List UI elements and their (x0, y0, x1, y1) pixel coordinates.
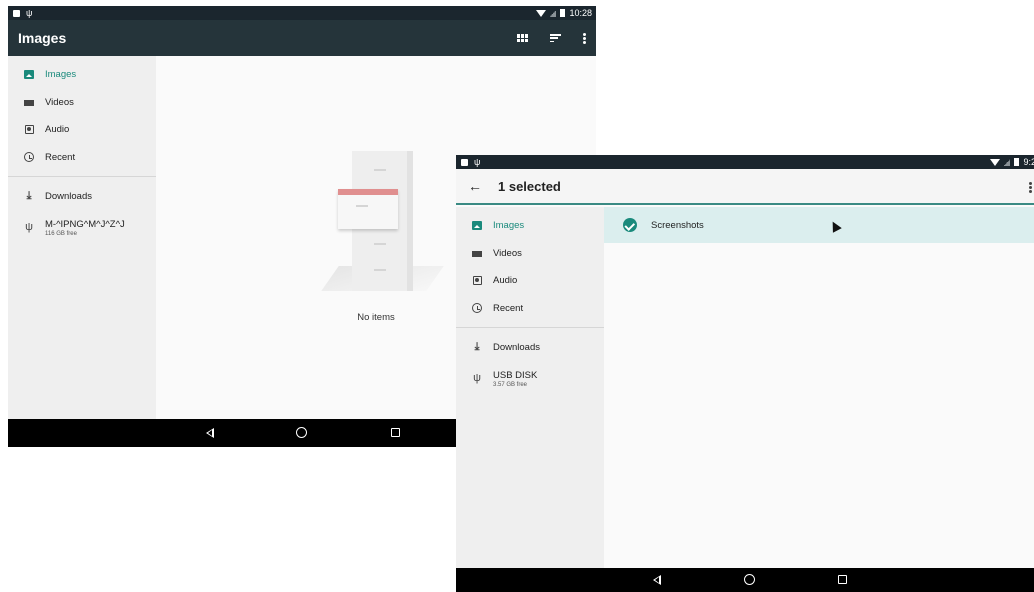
status-bar: ψ 10:28 (8, 6, 596, 20)
signal-icon (550, 9, 557, 17)
usb-notification-icon: ψ (26, 7, 33, 18)
home-icon[interactable] (296, 427, 307, 438)
grid-view-icon[interactable] (517, 34, 528, 42)
drawer-item-usb-storage[interactable]: ψ M-^IPNG^M^J^Z^J 116 GB free (8, 211, 156, 245)
drawer-item-downloads[interactable]: ⤓ Downloads (456, 334, 604, 362)
drawer-item-label: Images (45, 69, 77, 81)
recent-apps-icon[interactable] (391, 428, 400, 437)
drawer-item-audio[interactable]: Audio (456, 267, 604, 295)
back-icon[interactable] (653, 575, 661, 585)
drawer-item-label: Images (493, 220, 525, 232)
app-bar: Images (8, 20, 596, 56)
image-icon (472, 221, 482, 231)
file-list-area: Screenshots (604, 207, 1034, 568)
selection-action-bar: ← 1 selected (456, 169, 1034, 205)
home-icon[interactable] (744, 574, 755, 585)
navigation-drawer: Images Videos Audio Recent ⤓ Downloads ψ (456, 207, 604, 568)
drawer-item-images[interactable]: Images (456, 212, 604, 240)
drawer-item-downloads[interactable]: ⤓ Downloads (8, 183, 156, 211)
audio-icon (24, 125, 34, 135)
page-title: Images (18, 30, 67, 46)
drawer-divider (456, 327, 604, 328)
list-item-label: Screenshots (651, 219, 704, 231)
more-options-icon[interactable] (583, 32, 586, 44)
download-icon: ⤓ (474, 341, 480, 354)
drawer-item-label: Audio (45, 124, 70, 136)
drawer-item-label: USB DISK (493, 369, 538, 381)
sort-icon[interactable] (550, 34, 561, 42)
download-icon: ⤓ (26, 190, 32, 203)
image-notification-icon (13, 9, 20, 17)
drawer-item-label: Videos (45, 96, 74, 108)
check-icon[interactable] (623, 218, 637, 232)
back-arrow-icon[interactable]: ← (468, 178, 498, 194)
usb-notification-icon: ψ (474, 156, 481, 167)
battery-icon (560, 9, 566, 17)
drawer-item-label: Audio (493, 275, 518, 287)
status-bar: ψ 9:2 (456, 155, 1034, 169)
drawer-item-recent[interactable]: Recent (8, 144, 156, 172)
usb-icon: ψ (473, 372, 481, 384)
back-icon[interactable] (206, 428, 214, 438)
drawer-item-usb-disk[interactable]: ψ USB DISK 3.57 GB free (456, 362, 604, 396)
signal-icon (1004, 158, 1011, 166)
more-options-icon[interactable] (1029, 182, 1032, 193)
list-item-selected[interactable]: Screenshots (604, 207, 1034, 243)
drawer-item-label: Recent (45, 151, 76, 163)
drawer-item-audio[interactable]: Audio (8, 116, 156, 144)
wifi-icon (536, 9, 547, 17)
navigation-drawer: Images Videos Audio Recent ⤓ Downloads ψ (8, 56, 156, 419)
drawer-item-label: Recent (493, 302, 524, 314)
drawer-item-recent[interactable]: Recent (456, 295, 604, 323)
clock-icon (24, 152, 34, 163)
usb-icon: ψ (25, 221, 33, 233)
recent-apps-icon[interactable] (838, 575, 847, 584)
drawer-item-label: Videos (493, 247, 522, 259)
video-icon (24, 98, 34, 107)
drawer-item-images[interactable]: Images (8, 61, 156, 89)
drawer-item-label: M-^IPNG^M^J^Z^J (45, 218, 125, 230)
status-time: 10:28 (569, 8, 592, 18)
wifi-icon (990, 158, 1001, 166)
documents-ui-screen-2: ψ 9:2 ← 1 selected Images Videos Audio R… (456, 155, 1034, 592)
image-notification-icon (461, 158, 468, 166)
system-nav-bar (456, 568, 1034, 592)
drawer-item-videos[interactable]: Videos (456, 240, 604, 268)
clock-icon (472, 303, 482, 314)
drawer-item-label: Downloads (493, 342, 540, 354)
selection-count: 1 selected (498, 178, 561, 194)
status-time: 9:2 (1023, 157, 1034, 167)
drawer-divider (8, 176, 156, 177)
audio-icon (472, 276, 482, 286)
drawer-item-label: Downloads (45, 191, 92, 203)
drawer-item-subtitle: 116 GB free (45, 230, 77, 237)
video-icon (472, 249, 482, 258)
image-icon (24, 70, 34, 80)
empty-cabinet-illustration (321, 151, 444, 301)
battery-icon (1014, 158, 1020, 166)
drawer-item-subtitle: 3.57 GB free (493, 381, 528, 388)
drawer-item-videos[interactable]: Videos (8, 89, 156, 117)
